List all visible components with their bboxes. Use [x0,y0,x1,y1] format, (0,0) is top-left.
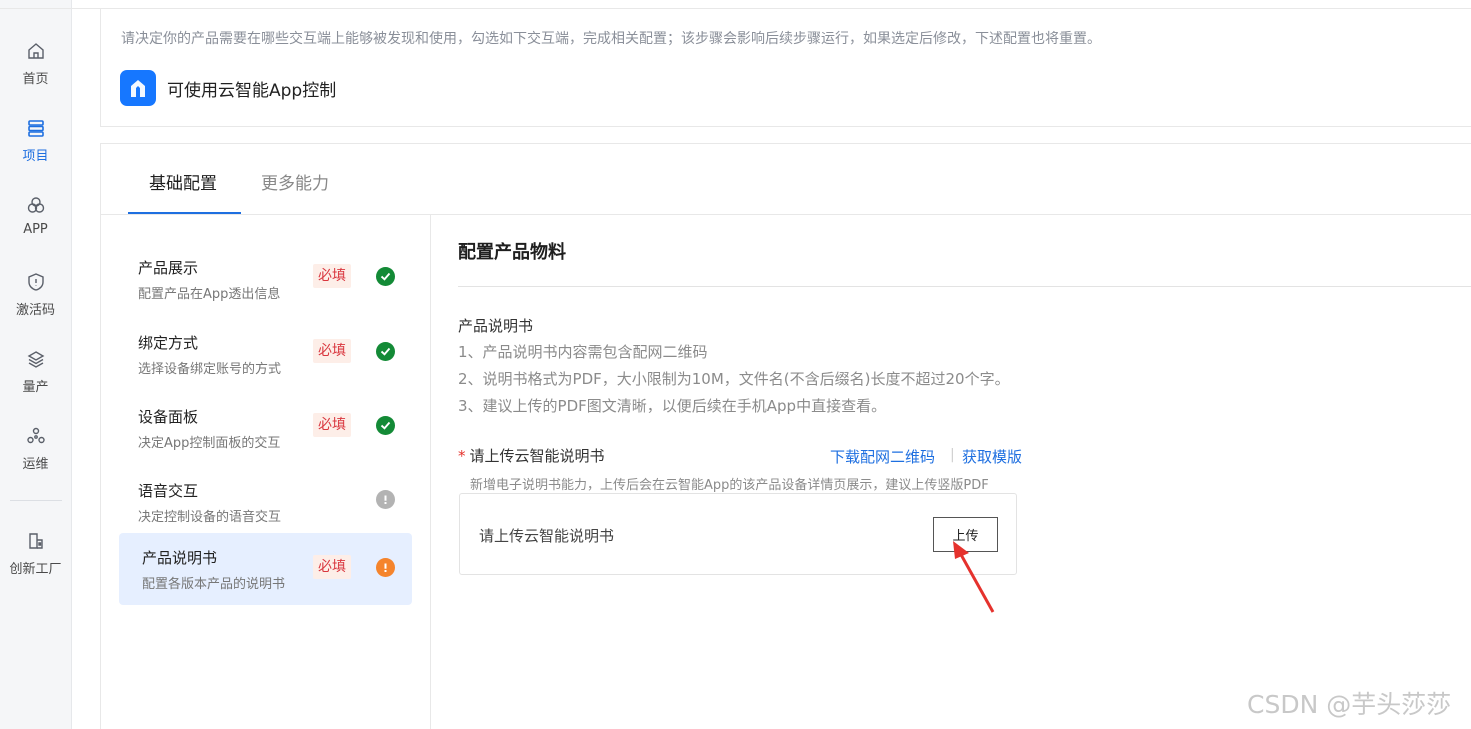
nav-item-label: 项目 [22,149,49,164]
step-subtitle: 决定控制设备的语音交互 [138,510,282,525]
step-subtitle: 决定App控制面板的交互 [138,436,281,451]
step-binding-method[interactable]: 绑定方式 选择设备绑定账号的方式 必填 [119,317,412,389]
csdn-watermark: CSDN @芋头莎莎 [1247,690,1452,719]
upload-field-label-text: 请上传云智能说明书 [469,447,605,465]
get-template-link[interactable]: 获取模版 [962,446,1022,467]
nodes-icon [25,425,47,447]
nav-item-label: 运维 [22,457,49,472]
required-badge: 必填 [313,339,351,363]
step-subtitle: 选择设备绑定账号的方式 [138,362,282,377]
manual-rule: 3、建议上传的PDF图文清晰，以便后续在手机App中直接查看。 [458,397,887,415]
step-title: 绑定方式 [138,334,199,352]
app-circles-icon [25,194,47,216]
required-star: * [458,447,466,465]
check-circle-icon [376,416,395,435]
step-subtitle: 配置产品在App透出信息 [138,287,281,302]
step-title: 设备面板 [138,408,199,426]
upload-field-label: * 请上传云智能说明书 [458,445,605,466]
nav-item-label: 激活码 [15,303,55,318]
material-config-panel: 配置产品物料 产品说明书 1、产品说明书内容需包含配网二维码 2、说明书格式为P… [432,215,1471,729]
nav-item-mass-production[interactable]: 量产 [0,348,71,395]
step-title: 语音交互 [138,482,199,500]
step-product-display[interactable]: 产品展示 配置产品在App透出信息 必填 [119,242,412,314]
nav-item-label: 首页 [22,72,49,87]
material-name: 产品说明书 [458,317,534,335]
step-subtitle: 配置各版本产品的说明书 [142,577,286,592]
left-nav-rail: 首页 项目 APP 激活码 量产 运维 创新工厂 [0,0,72,729]
required-badge: 必填 [313,264,351,288]
cloud-app-option-label[interactable]: 可使用云智能App控制 [167,76,336,101]
required-badge: 必填 [313,555,351,579]
terminal-selection-card: 请决定你的产品需要在哪些交互端上能够被发现和使用，勾选如下交互端，完成相关配置；… [100,9,1471,127]
required-badge: 必填 [313,413,351,437]
check-circle-icon [376,342,395,361]
upload-placeholder: 请上传云智能说明书 [479,527,615,545]
shield-icon [25,271,47,293]
nav-divider [10,500,62,501]
nav-item-innovation-factory[interactable]: 创新工厂 [0,530,71,577]
warning-circle-icon [376,558,395,577]
nav-item-app[interactable]: APP [0,194,71,237]
exclamation-circle-icon [376,490,395,509]
step-title: 产品说明书 [142,549,218,567]
annotation-arrow-icon [953,541,995,613]
home-icon [25,40,47,62]
nav-item-home[interactable]: 首页 [0,40,71,87]
nav-item-label: 量产 [22,380,49,395]
config-tabs: 基础配置 更多能力 [101,144,1471,215]
layers-icon [25,348,47,370]
cloud-app-logo-icon[interactable] [120,70,156,106]
step-device-panel[interactable]: 设备面板 决定App控制面板的交互 必填 [119,391,412,463]
manual-upload-box: 请上传云智能说明书 上传 [459,493,1017,575]
active-tab-indicator [128,212,241,214]
check-circle-icon [376,267,395,286]
manual-rule: 1、产品说明书内容需包含配网二维码 [458,343,708,361]
nav-item-project[interactable]: 项目 [0,117,71,164]
manual-rule: 2、说明书格式为PDF，大小限制为10M，文件名(不含后缀名)长度不超过20个字… [458,370,1010,388]
section-divider [458,286,1471,287]
terminal-description: 请决定你的产品需要在哪些交互端上能够被发现和使用，勾选如下交互端，完成相关配置；… [121,31,1101,47]
section-title: 配置产品物料 [458,242,566,263]
download-qr-link[interactable]: 下载配网二维码 [830,446,935,467]
tab-more-capabilities[interactable]: 更多能力 [261,169,329,194]
tab-basic-config[interactable]: 基础配置 [149,169,217,194]
upload-hint: 新增电子说明书能力，上传后会在云智能App的该产品设备详情页展示，建议上传竖版P… [470,478,989,493]
factory-doc-icon [25,530,47,552]
link-separator: | [950,447,955,463]
list-icon [25,117,47,139]
nav-item-activation-code[interactable]: 激活码 [0,271,71,318]
step-title: 产品展示 [138,259,199,277]
step-voice-interaction[interactable]: 语音交互 决定控制设备的语音交互 [119,465,412,537]
config-steps-list: 产品展示 配置产品在App透出信息 必填 绑定方式 选择设备绑定账号的方式 必填… [101,215,431,729]
step-product-manual[interactable]: 产品说明书 配置各版本产品的说明书 必填 [119,533,412,605]
config-card: 基础配置 更多能力 产品展示 配置产品在App透出信息 必填 绑定方式 选择设备… [100,143,1471,729]
nav-item-label: APP [23,222,48,237]
nav-item-label: 创新工厂 [9,562,62,577]
nav-item-operations[interactable]: 运维 [0,425,71,472]
